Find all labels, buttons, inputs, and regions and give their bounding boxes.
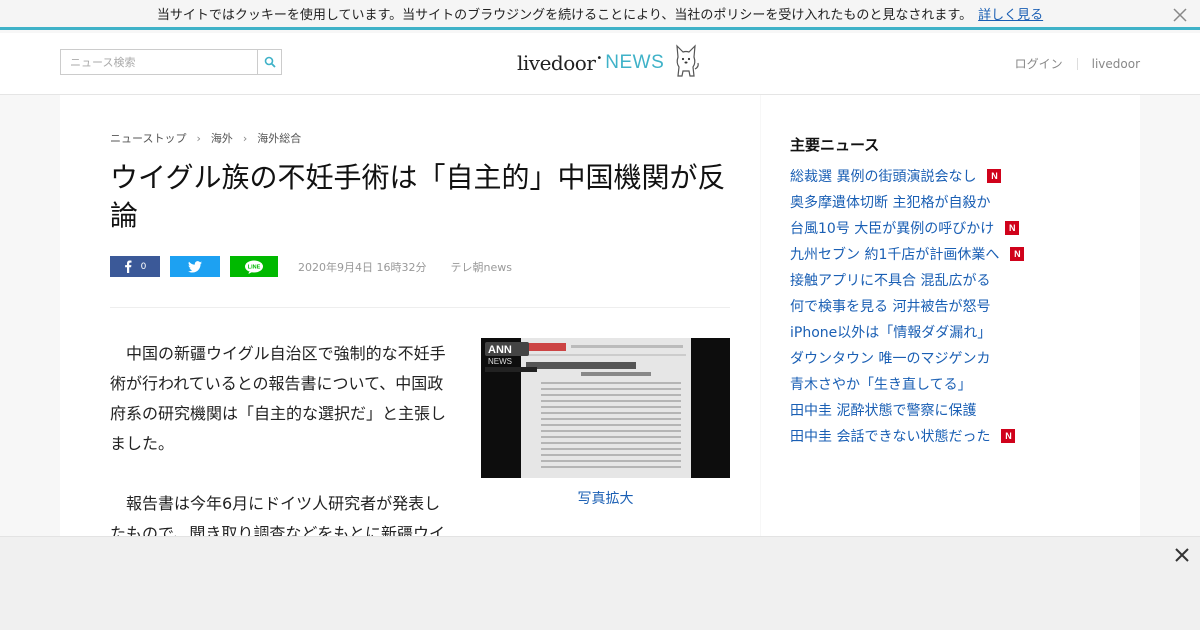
new-badge: N [1001, 429, 1016, 443]
news-item-label: 九州セブン 約1千店が計画休業へ [790, 247, 1000, 263]
site-logo[interactable]: livedoor • NEWS [517, 43, 700, 83]
news-item[interactable]: 奥多摩遺体切断 主犯格が自殺か [790, 189, 1024, 215]
top-news-list: 総裁選 異例の街頭演説会なし N 奥多摩遺体切断 主犯格が自殺か 台風10号 大臣… [790, 163, 1025, 449]
divider [110, 307, 730, 308]
cookie-details-link[interactable]: 詳しく見る [978, 4, 1043, 23]
breadcrumb-item-overseas-general[interactable]: 海外総合 [257, 130, 301, 146]
news-item[interactable]: 九州セブン 約1千店が計画休業へ N [790, 241, 1025, 267]
photo-watermark-sub: NEWS [488, 357, 512, 366]
dog-mascot-icon [672, 43, 700, 83]
new-badge: N [1010, 247, 1025, 261]
news-item[interactable]: 何で検事を見る 河井被告が怒号 [790, 293, 1024, 319]
login-link[interactable]: ログイン [1015, 55, 1063, 72]
share-bar: 0 LINE 2020年9月4日 16時32分 テレ朝news [110, 256, 512, 277]
facebook-icon [124, 260, 132, 273]
breadcrumb-item-overseas[interactable]: 海外 [211, 130, 233, 146]
photo-watermark: ANN [488, 344, 512, 356]
news-item[interactable]: iPhone以外は「情報ダダ漏れ」 [790, 319, 1024, 345]
divider [1076, 57, 1078, 70]
article-source[interactable]: テレ朝news [450, 259, 511, 275]
news-item[interactable]: 青木さやか「生き直してる」 [790, 371, 1024, 397]
logo-text-livedoor: livedoor [517, 51, 596, 75]
livedoor-link[interactable]: livedoor [1092, 57, 1140, 71]
search-input[interactable] [61, 50, 257, 74]
line-icon-label: LINE [248, 264, 261, 270]
header-links: ログイン livedoor [1015, 55, 1140, 72]
new-badge: N [1005, 221, 1020, 235]
news-item-label: ダウンタウン 唯一のマジゲンカ [790, 351, 991, 367]
logo-text-news: NEWS [605, 52, 665, 73]
twitter-icon [188, 260, 202, 273]
news-item[interactable]: ダウンタウン 唯一のマジゲンカ [790, 345, 1024, 371]
new-badge: N [987, 169, 1002, 183]
photo-enlarge-link[interactable]: 写真拡大 [481, 488, 730, 508]
sidebar-title: 主要ニュース [790, 136, 880, 154]
search-icon [264, 56, 276, 68]
cookie-message: 当サイトではクッキーを使用しています。当サイトのブラウジングを続けることにより、… [156, 8, 973, 23]
breadcrumb-item-news-top[interactable]: ニューストップ [110, 130, 186, 146]
close-icon[interactable] [1170, 5, 1190, 25]
news-item-label: 奥多摩遺体切断 主犯格が自殺か [790, 195, 991, 211]
site-header: livedoor • NEWS ログイン livedoor [0, 33, 1200, 95]
news-item[interactable]: 接触アプリに不具合 混乱広がる [790, 267, 1024, 293]
close-icon[interactable] [1172, 545, 1192, 565]
logo-dot: • [596, 52, 603, 64]
news-item-label: 田中圭 会話できない状態だった [790, 429, 991, 445]
search-box [60, 49, 282, 75]
breadcrumb: ニューストップ › 海外 › 海外総合 [110, 130, 301, 146]
twitter-share-button[interactable] [170, 256, 220, 277]
news-item-label: 青木さやか「生き直してる」 [790, 377, 972, 393]
news-item[interactable]: 総裁選 異例の街頭演説会なし N [790, 163, 1024, 189]
article-title: ウイグル族の不妊手術は「自主的」中国機関が反論 [110, 161, 726, 232]
news-item-label: 台風10号 大臣が異例の呼びかけ [790, 221, 995, 237]
line-icon: LINE [245, 260, 263, 274]
article-paragraph: 中国の新疆ウイグル自治区で強制的な不妊手術が行われているとの報告書について、中国… [110, 344, 447, 453]
news-item[interactable]: 田中圭 会話できない状態だった N [790, 423, 1024, 449]
ad-overlay [0, 536, 1200, 630]
line-share-button[interactable]: LINE [230, 256, 278, 277]
news-item-label: 何で検事を見る 河井被告が怒号 [790, 299, 991, 315]
chevron-right-icon: › [242, 131, 248, 145]
news-item-label: 総裁選 異例の街頭演説会なし [790, 169, 977, 185]
facebook-share-count: 0 [140, 261, 147, 272]
chevron-right-icon: › [196, 131, 201, 145]
article-date: 2020年9月4日 16時32分 [298, 260, 427, 274]
news-item-label: 田中圭 泥酔状態で警察に保護 [790, 403, 977, 419]
news-item-label: 接触アプリに不具合 混乱広がる [790, 273, 991, 289]
cookie-banner: 当サイトではクッキーを使用しています。当サイトのブラウジングを続けることにより、… [0, 0, 1200, 30]
news-item[interactable]: 台風10号 大臣が異例の呼びかけ N [790, 215, 1024, 241]
news-item[interactable]: 田中圭 泥酔状態で警察に保護 [790, 397, 1024, 423]
search-button[interactable] [257, 50, 281, 74]
article-photo[interactable]: ANN NEWS [481, 338, 730, 478]
news-item-label: iPhone以外は「情報ダダ漏れ」 [790, 325, 992, 341]
facebook-share-button[interactable]: 0 [110, 256, 160, 277]
